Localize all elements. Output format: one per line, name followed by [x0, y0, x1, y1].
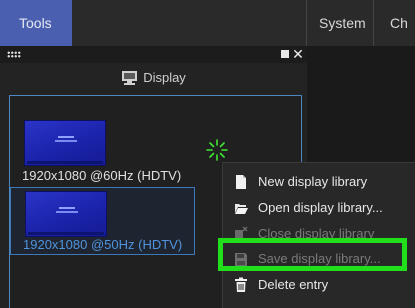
menubar: Tools System Ch	[0, 0, 415, 46]
panel-title: Display	[143, 70, 186, 85]
panel-header: Display	[0, 63, 307, 93]
highlight-box	[218, 238, 407, 271]
menu-item-label: Delete entry	[258, 277, 329, 292]
menu-item-label: New display library	[258, 174, 368, 189]
click-sparkle-icon	[206, 139, 228, 161]
display-thumbnail	[25, 191, 107, 237]
display-entry-selected[interactable]: 1920x1080 @50Hz (HDTV)	[10, 187, 195, 255]
folder-open-icon	[235, 204, 248, 214]
file-icon	[236, 175, 246, 189]
restore-icon[interactable]	[281, 50, 289, 58]
display-entry[interactable]: 1920x1080 @60Hz (HDTV)	[10, 120, 195, 184]
menu-item-new-display-library[interactable]: New display library	[223, 169, 415, 195]
context-menu: New display library Open display library…	[222, 162, 415, 308]
display-entry-label: 1920x1080 @50Hz (HDTV)	[23, 237, 183, 252]
display-thumbnail	[24, 120, 106, 166]
menu-item-delete-entry[interactable]: Delete entry	[223, 272, 415, 298]
menu-item-open-display-library[interactable]: Open display library...	[223, 195, 415, 221]
menu-tools[interactable]: Tools	[0, 0, 72, 46]
monitor-icon	[122, 71, 138, 86]
panel-titlebar[interactable]: ✕	[0, 46, 307, 63]
menu-system[interactable]: System	[307, 0, 373, 46]
close-icon[interactable]: ✕	[291, 46, 305, 63]
drag-grip-icon[interactable]	[7, 51, 21, 58]
menu-ch[interactable]: Ch	[374, 0, 415, 46]
display-entry-label: 1920x1080 @60Hz (HDTV)	[22, 168, 182, 183]
trash-icon	[235, 277, 247, 292]
menu-item-label: Open display library...	[258, 200, 383, 215]
